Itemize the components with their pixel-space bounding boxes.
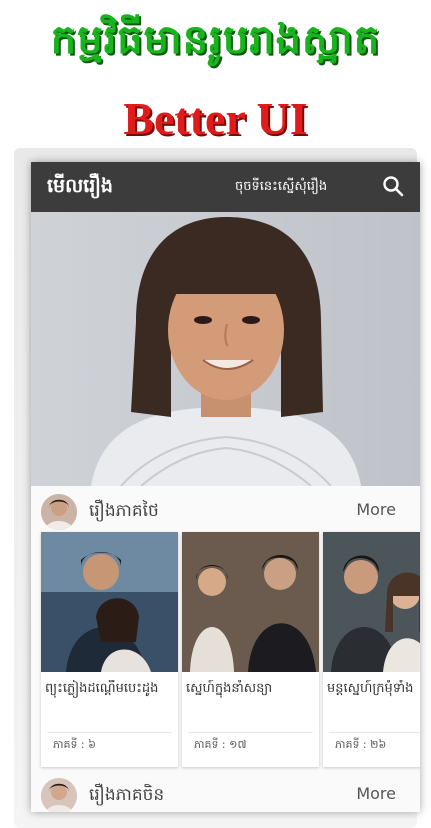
movie-poster [182,532,319,672]
movie-poster [323,532,420,672]
promo-title: កម្មវិធីមានរូបរាងស្អាត [50,17,381,63]
movie-title: ព្យុះភ្លៀងដណ្ដើមបេះដូង [45,681,159,696]
section-avatar [41,494,77,530]
app-bar: មើលរឿង ចុចទីនេះស្នើសុំរឿង [31,162,420,212]
card-divider [188,732,313,733]
section-title: រឿងភាគចិន [89,785,165,805]
more-button[interactable]: More [356,500,396,519]
section-avatar [41,778,77,812]
episode-count: ភាគទី : ១៧ [194,738,247,751]
movie-card[interactable]: ស្នេហ៍ក្នុងនាំសន្យា ភាគទី : ១៧ [182,532,319,767]
movie-title: ស្នេហ៍ក្នុងនាំសន្យា [186,681,273,696]
section-header-thai: រឿងភាគថៃ More [31,490,420,530]
section-header-chinese: រឿងភាគចិន More [31,774,420,812]
more-button[interactable]: More [356,784,396,803]
hero-banner[interactable] [31,212,420,486]
section-title: រឿងភាគថៃ [89,501,159,521]
episode-count: ភាគទី : ២៦ [335,738,387,751]
episode-count: ភាគទី : ៦ [53,738,96,751]
card-divider [47,732,172,733]
promo-subtitle: Better UI [123,93,308,144]
movie-title: មន្តស្នេហ៍ក្រមុំទាំង [327,681,414,696]
hero-image [31,212,420,486]
app-screen: មើលរឿង ចុចទីនេះស្នើសុំរឿង រឿងភាគថៃ More … [31,162,420,812]
request-movie-link[interactable]: ចុចទីនេះស្នើសុំរឿង [235,178,327,197]
movie-poster [41,532,178,672]
search-icon[interactable] [381,174,405,198]
app-title: មើលរឿង [47,175,113,197]
movie-card[interactable]: ព្យុះភ្លៀងដណ្ដើមបេះដូង ភាគទី : ៦ [41,532,178,767]
movie-card[interactable]: មន្តស្នេហ៍ក្រមុំទាំង ភាគទី : ២៦ [323,532,420,767]
card-divider [329,732,420,733]
